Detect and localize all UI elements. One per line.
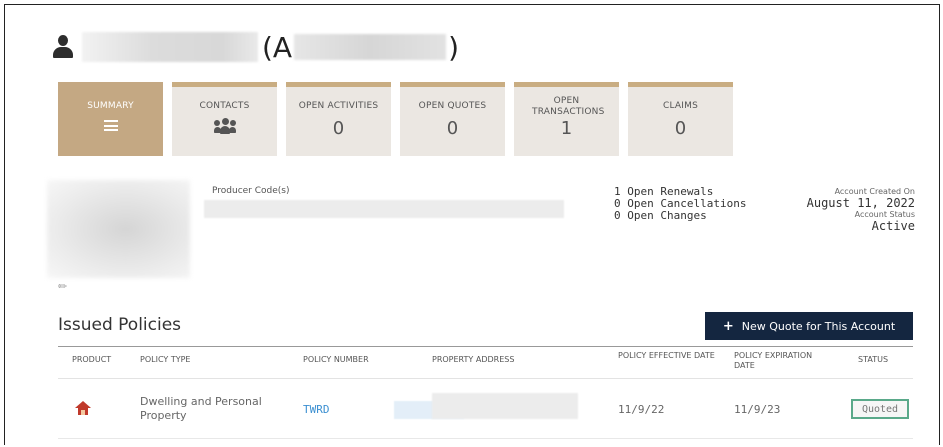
policy-type-cell: Dwelling and Personal Property: [140, 395, 262, 422]
user-icon: [52, 33, 74, 61]
account-status-value: Active: [871, 219, 915, 233]
plus-icon: +: [722, 318, 734, 334]
account-number-redacted: [294, 34, 447, 60]
column-header-policy-type: POLICY TYPE: [140, 355, 191, 364]
open-changes: 0 Open Changes: [614, 209, 707, 222]
column-header-product: PRODUCT: [72, 355, 112, 364]
account-number: (A ): [262, 31, 459, 64]
tile-count: 0: [446, 118, 459, 139]
account-created-label: Account Created On: [834, 187, 915, 196]
column-header-property-address: PROPERTY ADDRESS: [432, 355, 515, 364]
account-name-redacted: [82, 32, 258, 62]
account-header: (A ): [52, 27, 459, 67]
new-quote-label: New Quote for This Account: [741, 319, 896, 333]
issued-policies-table: PRODUCT POLICY TYPE POLICY NUMBER PROPER…: [58, 346, 913, 439]
account-created-value: August 11, 2022: [806, 196, 915, 210]
tile-count: 0: [674, 118, 687, 139]
column-header-status: STATUS: [858, 355, 889, 364]
column-header-expiration-date: POLICY EXPIRATION DATE: [734, 351, 813, 370]
expiration-date-cell: 11/9/23: [734, 403, 781, 416]
tile-open-activities[interactable]: OPEN ACTIVITIES 0: [286, 82, 391, 156]
issued-policies-title: Issued Policies: [58, 315, 182, 335]
column-header-effective-date: POLICY EFFECTIVE DATE: [618, 351, 715, 360]
tile-label: CONTACTS: [199, 101, 250, 111]
account-number-suffix: ): [448, 30, 460, 64]
tile-claims[interactable]: CLAIMS 0: [628, 82, 733, 156]
summary-tiles: SUMMARY CONTACTS OPEN ACTIVITIES 0 OPEN …: [58, 82, 742, 156]
property-address-redacted: [432, 393, 578, 419]
status-badge: Quoted: [851, 399, 909, 419]
account-number-prefix: (A: [262, 30, 293, 64]
account-info: Account Created On August 11, 2022 Accou…: [755, 187, 915, 233]
tile-label: OPEN QUOTES: [418, 101, 487, 111]
account-logo-redacted: [47, 180, 190, 278]
open-items-list: 1 Open Renewals 0 Open Cancellations 0 O…: [614, 186, 746, 222]
edit-pencil-icon[interactable]: ✏: [58, 280, 67, 293]
effective-date-cell: 11/9/22: [618, 403, 665, 416]
account-status-label: Account Status: [854, 210, 915, 219]
tile-count: 1: [560, 118, 573, 139]
column-header-policy-number: POLICY NUMBER: [303, 355, 369, 364]
producer-code-label: Producer Code(s): [212, 186, 290, 196]
house-icon: [75, 401, 91, 415]
tile-open-transactions[interactable]: OPEN TRANSACTIONS 1: [514, 82, 619, 156]
tile-label: SUMMARY: [87, 101, 134, 111]
tile-label: CLAIMS: [663, 101, 698, 111]
table-header: PRODUCT POLICY TYPE POLICY NUMBER PROPER…: [58, 347, 913, 379]
tile-summary[interactable]: SUMMARY: [58, 82, 163, 156]
hamburger-icon: [103, 120, 118, 131]
tile-label: OPEN ACTIVITIES: [298, 101, 379, 111]
producer-code-redacted: [204, 200, 564, 218]
tile-contacts[interactable]: CONTACTS: [172, 82, 277, 156]
table-row[interactable]: Dwelling and Personal Property TWRD 11/9…: [58, 379, 913, 439]
tile-label: OPEN TRANSACTIONS: [532, 96, 605, 117]
tile-count: 0: [332, 118, 345, 139]
people-icon: [213, 118, 236, 134]
new-quote-button[interactable]: + New Quote for This Account: [705, 312, 913, 340]
tile-open-quotes[interactable]: OPEN QUOTES 0: [400, 82, 505, 156]
policy-number-link[interactable]: TWRD: [303, 403, 330, 416]
